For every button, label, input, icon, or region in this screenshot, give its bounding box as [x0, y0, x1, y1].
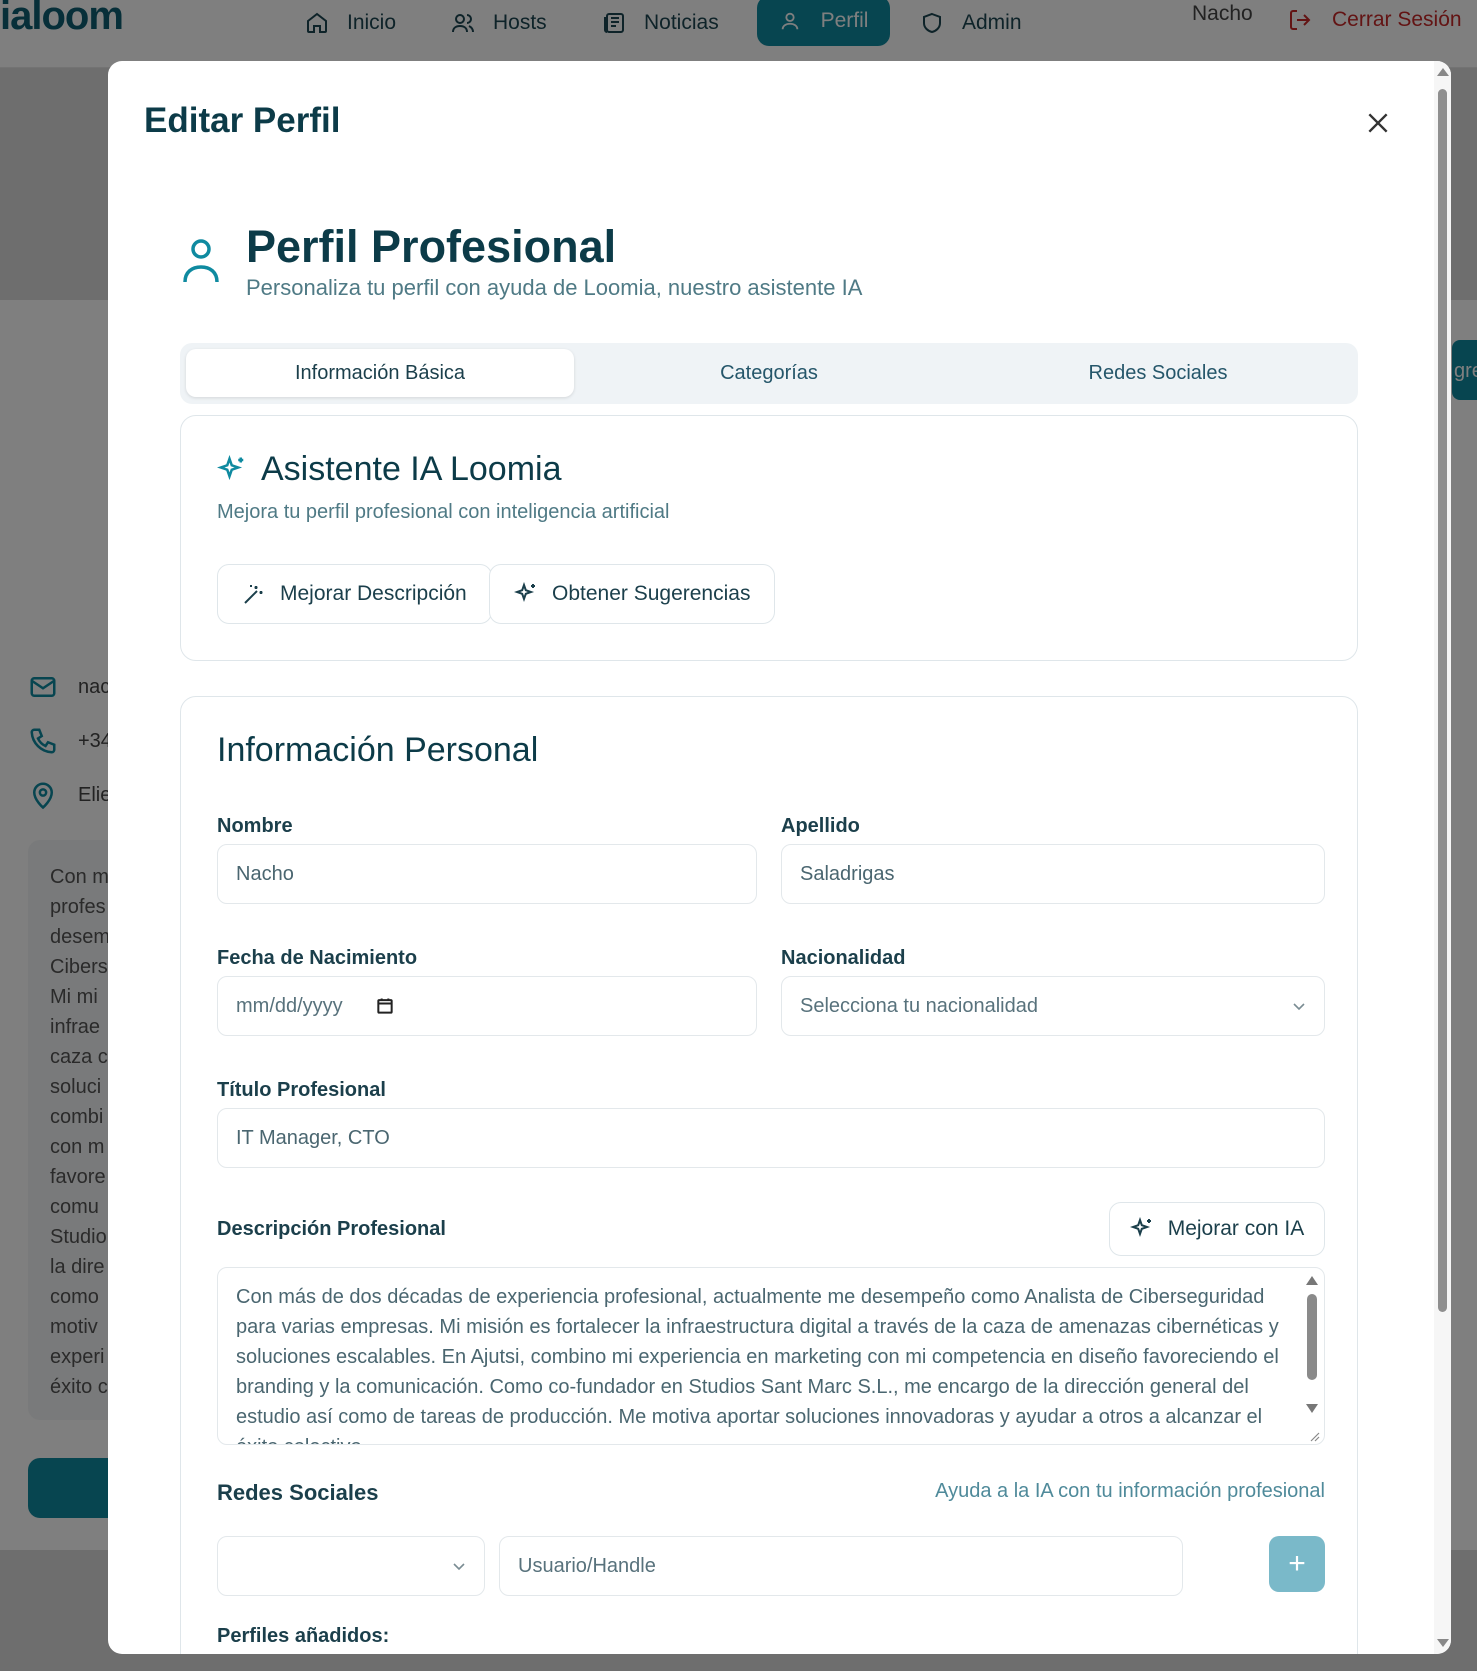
personal-info-card: Información Personal Nombre Nacho Apelli… — [180, 696, 1358, 1654]
apellido-label: Apellido — [781, 815, 860, 837]
improve-with-ai-button[interactable]: Mejorar con IA — [1109, 1202, 1325, 1256]
nacionalidad-placeholder: Selecciona tu nacionalidad — [800, 994, 1038, 1017]
apellido-value: Saladrigas — [800, 862, 895, 885]
calendar-icon[interactable] — [375, 996, 395, 1016]
ai-assistant-title: Asistente IA Loomia — [217, 450, 562, 489]
profile-subtitle: Personaliza tu perfil con ayuda de Loomi… — [246, 275, 863, 300]
sparkles-icon — [514, 582, 535, 603]
titulo-field[interactable]: IT Manager, CTO — [217, 1108, 1325, 1168]
handle-input[interactable]: Usuario/Handle — [499, 1536, 1183, 1596]
scroll-down-arrow[interactable] — [1437, 1639, 1449, 1647]
get-suggestions-button[interactable]: Obtener Sugerencias — [489, 564, 776, 624]
profile-tabs: Información Básica Categorías Redes Soci… — [180, 343, 1358, 404]
chevron-down-icon — [453, 1563, 465, 1571]
scroll-thumb[interactable] — [1307, 1294, 1317, 1380]
descripcion-value: Con más de dos décadas de experiencia pr… — [236, 1286, 1279, 1444]
close-icon — [1368, 113, 1388, 133]
chevron-down-icon — [1293, 1003, 1305, 1011]
ai-assistant-card: Asistente IA Loomia Mejora tu perfil pro… — [180, 415, 1358, 661]
nombre-field[interactable]: Nacho — [217, 844, 757, 904]
handle-placeholder: Usuario/Handle — [518, 1554, 656, 1577]
perfiles-label: Perfiles añadidos: — [217, 1625, 390, 1647]
nombre-value: Nacho — [236, 862, 294, 885]
resize-handle-icon[interactable] — [1306, 1428, 1320, 1442]
social-network-select[interactable] — [217, 1536, 485, 1596]
scroll-up-arrow[interactable] — [1437, 68, 1449, 76]
add-social-button[interactable]: + — [1269, 1536, 1325, 1592]
close-button[interactable] — [1360, 105, 1396, 141]
improve-description-label: Mejorar Descripción — [280, 582, 467, 605]
apellido-field[interactable]: Saladrigas — [781, 844, 1325, 904]
scroll-up-arrow[interactable] — [1306, 1276, 1318, 1285]
tab-informacion-basica[interactable]: Información Básica — [186, 349, 574, 397]
user-profile-icon — [183, 239, 219, 283]
ai-assistant-subtitle: Mejora tu perfil profesional con intelig… — [217, 501, 670, 523]
tab-categorias[interactable]: Categorías — [575, 349, 963, 397]
redes-help-text: Ayuda a la IA con tu información profesi… — [935, 1480, 1325, 1502]
sparkles-icon — [1129, 1217, 1151, 1238]
magic-wand-icon — [244, 585, 263, 604]
get-suggestions-label: Obtener Sugerencias — [552, 582, 751, 605]
ai-assistant-title-text: Asistente IA Loomia — [261, 450, 562, 488]
fecha-label: Fecha de Nacimiento — [217, 947, 418, 969]
titulo-label: Título Profesional — [217, 1079, 386, 1101]
modal-scrollbar[interactable] — [1434, 61, 1451, 1654]
nombre-label: Nombre — [217, 815, 293, 837]
improve-description-button[interactable]: Mejorar Descripción — [217, 564, 492, 624]
descripcion-label: Descripción Profesional — [217, 1218, 446, 1240]
textarea-scrollbar[interactable] — [1300, 1268, 1324, 1444]
nacionalidad-select[interactable]: Selecciona tu nacionalidad — [781, 976, 1325, 1036]
scroll-thumb[interactable] — [1438, 89, 1447, 1312]
birthdate-placeholder: mm/dd/yyyy — [236, 994, 343, 1017]
modal-title: Editar Perfil — [144, 101, 341, 140]
sparkles-icon — [217, 454, 244, 480]
nacionalidad-label: Nacionalidad — [781, 947, 906, 969]
redes-label: Redes Sociales — [217, 1480, 379, 1505]
edit-profile-modal: Editar Perfil Perfil Profesional Persona… — [108, 61, 1451, 1654]
titulo-value: IT Manager, CTO — [236, 1126, 390, 1149]
personal-info-title: Información Personal — [217, 731, 539, 769]
descripcion-textarea[interactable]: Con más de dos décadas de experiencia pr… — [217, 1267, 1325, 1445]
scroll-down-arrow[interactable] — [1306, 1404, 1318, 1413]
improve-with-ai-label: Mejorar con IA — [1167, 1217, 1305, 1240]
profile-title: Perfil Profesional — [246, 221, 617, 272]
tab-redes-sociales[interactable]: Redes Sociales — [964, 349, 1352, 397]
birthdate-field[interactable]: mm/dd/yyyy — [217, 976, 757, 1036]
